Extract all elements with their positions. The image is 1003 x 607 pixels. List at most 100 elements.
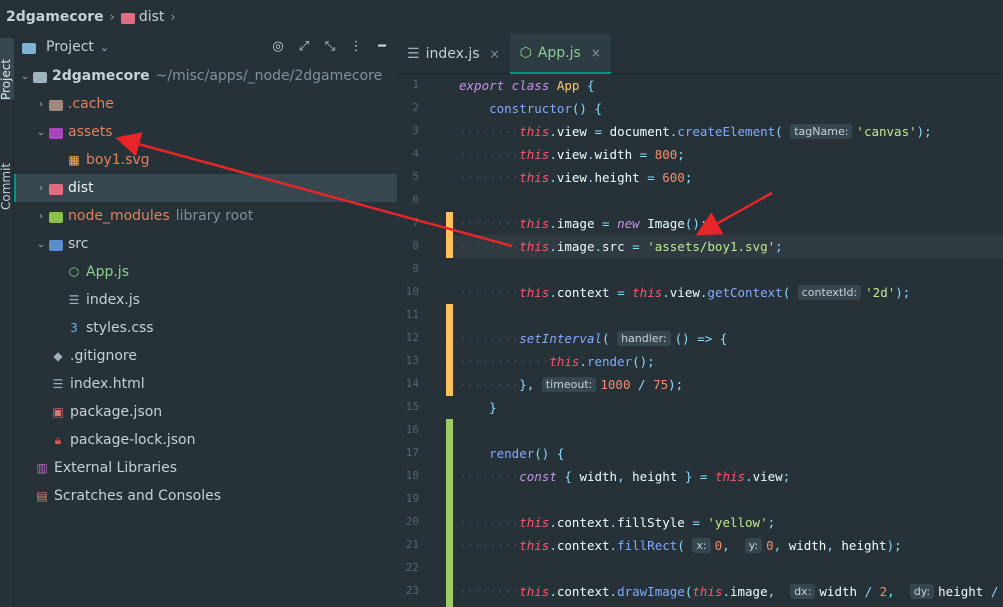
project-tool-tab[interactable]: Project — [0, 38, 14, 100]
project-panel-title[interactable]: Project — [46, 39, 94, 55]
line-number[interactable]: 5 — [397, 170, 419, 183]
modified-lines-marker[interactable] — [446, 304, 453, 396]
chevron-down-icon[interactable]: ⌄ — [34, 127, 48, 138]
line-number[interactable]: 23 — [397, 584, 419, 597]
line-number[interactable]: 13 — [397, 354, 419, 367]
chevron-down-icon[interactable]: ⌄ — [18, 71, 32, 82]
scratch-icon: ▤ — [36, 489, 48, 503]
line-number[interactable]: 8 — [397, 239, 419, 252]
folder-icon — [48, 209, 64, 223]
line-number[interactable]: 20 — [397, 515, 419, 528]
number-literal: 0 — [714, 538, 723, 553]
tree-item-label: package-lock.json — [70, 432, 196, 448]
tree-item-scratches[interactable]: ▤ Scratches and Consoles — [14, 482, 397, 510]
expand-all-icon[interactable]: ⤢ — [297, 40, 311, 54]
breadcrumb-folder[interactable]: dist — [139, 9, 165, 25]
project-view-icon — [22, 42, 36, 54]
line-number[interactable]: 11 — [397, 308, 419, 321]
commit-tool-tab[interactable]: Commit — [0, 120, 14, 210]
tool-window-strip: Project Commit — [0, 34, 14, 607]
tab-index-js[interactable]: ☰ index.js × — [397, 34, 510, 74]
hide-panel-icon[interactable]: ━ — [375, 40, 389, 54]
chevron-right-icon[interactable]: › — [34, 211, 48, 222]
collapse-all-icon[interactable]: ⤡ — [323, 40, 337, 54]
close-icon[interactable]: × — [591, 46, 601, 60]
tree-item-root[interactable]: ⌄ 2dgamecore ~/misc/apps/_node/2dgamecor… — [14, 62, 397, 90]
code-line: ········ this. context. fillStyle = 'yellow… — [459, 515, 776, 530]
chevron-down-icon[interactable]: ⌄ — [34, 239, 48, 250]
chevron-right-icon[interactable]: › — [34, 183, 48, 194]
line-number[interactable]: 21 — [397, 538, 419, 551]
js-file-icon: ☰ — [68, 293, 80, 307]
tree-item-label: package.json — [70, 404, 163, 420]
tree-item-label: assets — [68, 124, 113, 140]
tree-item-index-html[interactable]: ☰ index.html — [14, 370, 397, 398]
line-number[interactable]: 19 — [397, 492, 419, 505]
tree-item-cache[interactable]: › .cache — [14, 90, 397, 118]
code-line: ········ this. view. height = 600; — [459, 170, 693, 185]
tree-item-hint: library root — [175, 208, 254, 224]
line-number[interactable]: 10 — [397, 285, 419, 298]
line-number[interactable]: 17 — [397, 446, 419, 459]
breadcrumb-project[interactable]: 2dgamecore — [6, 9, 104, 25]
tree-item-label: node_modules — [68, 208, 170, 224]
param-hint: dy: — [909, 584, 935, 599]
code-line: ········ const { width, height } = this. v… — [459, 469, 791, 484]
line-number[interactable]: 12 — [397, 331, 419, 344]
tree-item-index-js[interactable]: ☰ index.js — [14, 286, 397, 314]
tree-item-package-lock-json[interactable]: 🔒︎ package-lock.json — [14, 426, 397, 454]
tree-item-app-js[interactable]: ⬡ App.js — [14, 258, 397, 286]
line-number[interactable]: 7 — [397, 216, 419, 229]
project-panel: Project ⌄ ◎ ⤢ ⤡ ⋮ ━ ⌄ 2dgamecore ~/misc/… — [14, 34, 397, 607]
code-line: ········ this. context = this. view. getCont… — [459, 285, 911, 300]
line-number[interactable]: 22 — [397, 561, 419, 574]
project-tree: ⌄ 2dgamecore ~/misc/apps/_node/2dgamecor… — [14, 62, 397, 510]
tree-item-assets[interactable]: ⌄ assets — [14, 118, 397, 146]
more-options-icon[interactable]: ⋮ — [349, 40, 363, 54]
tab-label: index.js — [425, 46, 480, 62]
tree-item-external-libraries[interactable]: ▥ External Libraries — [14, 454, 397, 482]
chevron-right-icon[interactable]: › — [34, 99, 48, 110]
git-file-icon: ◆ — [53, 349, 63, 363]
line-number[interactable]: 9 — [397, 262, 419, 275]
tree-item-label: External Libraries — [54, 460, 177, 476]
line-number[interactable]: 15 — [397, 400, 419, 413]
tree-item-boy1-svg[interactable]: ▦ boy1.svg — [14, 146, 397, 174]
tab-app-js[interactable]: ⬡ App.js × — [509, 34, 611, 74]
line-number[interactable]: 4 — [397, 147, 419, 160]
modified-lines-marker[interactable] — [446, 212, 453, 258]
line-number[interactable]: 18 — [397, 469, 419, 482]
line-number[interactable]: 2 — [397, 101, 419, 114]
locate-file-icon[interactable]: ◎ — [271, 40, 285, 54]
editor-gutter: 1 2 3 4 5 6 7 8 9 10 11 12 13 14 15 16 17 18 19 20 21 22 23 — [397, 74, 447, 607]
tree-item-gitignore[interactable]: ◆ .gitignore — [14, 342, 397, 370]
code-content[interactable]: export class App { constructor() { ·····… — [459, 74, 1003, 603]
param-hint: timeout: — [541, 377, 597, 392]
tree-item-node-modules[interactable]: › node_modules library root — [14, 202, 397, 230]
tree-item-package-json[interactable]: ▣ package.json — [14, 398, 397, 426]
close-icon[interactable]: × — [490, 47, 500, 61]
code-line: ········ this. context. drawImage(this. imag… — [459, 584, 999, 599]
chevron-down-icon[interactable]: ⌄ — [100, 41, 109, 54]
line-number[interactable]: 16 — [397, 423, 419, 436]
line-number[interactable]: 14 — [397, 377, 419, 390]
tree-item-dist[interactable]: › dist — [14, 174, 397, 202]
folder-icon — [48, 181, 64, 195]
tree-item-src[interactable]: ⌄ src — [14, 230, 397, 258]
line-number[interactable]: 6 — [397, 193, 419, 206]
tree-item-label: 2dgamecore — [52, 68, 150, 84]
css-file-icon: 3 — [70, 321, 78, 335]
code-line: ········ this. context. fillRect( x: 0, y: 0,… — [459, 538, 902, 553]
code-line: ········ this. image = new Image (); — [459, 216, 708, 231]
code-editor[interactable]: 1 2 3 4 5 6 7 8 9 10 11 12 13 14 15 16 17 18 19 20 21 22 23 ex… — [397, 74, 1003, 607]
param-hint: handler: — [617, 331, 671, 346]
commit-tool-label: Commit — [0, 162, 13, 210]
line-number[interactable]: 1 — [397, 78, 419, 91]
added-lines-marker[interactable] — [446, 419, 453, 607]
tree-item-styles-css[interactable]: 3 styles.css — [14, 314, 397, 342]
line-number[interactable]: 3 — [397, 124, 419, 137]
